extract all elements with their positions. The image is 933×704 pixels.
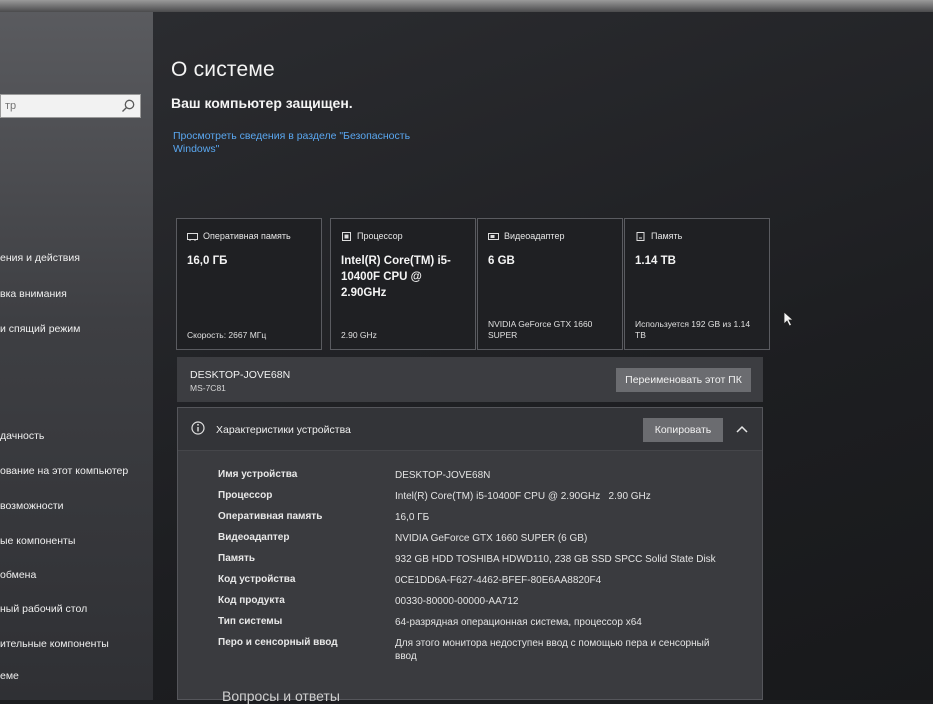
pc-model: MS-7C81	[190, 383, 226, 393]
security-link[interactable]: Просмотреть сведения в разделе "Безопасн…	[173, 130, 413, 156]
copy-button[interactable]: Копировать	[643, 418, 723, 442]
chevron-up-icon[interactable]	[734, 422, 750, 436]
video-adapter-card: Видеоадаптер 6 GB NVIDIA GeForce GTX 166…	[477, 218, 623, 350]
spec-value: 932 GB HDD TOSHIBA HDWD110, 238 GB SSD S…	[395, 554, 716, 565]
screen-top-edge	[0, 0, 933, 12]
rename-pc-button[interactable]: Переименовать этот ПК	[616, 368, 751, 392]
sidebar-item-projecting[interactable]: ование на этот компьютер	[0, 465, 128, 477]
settings-sidebar: ения и действия вка внимания и спящий ре…	[0, 12, 153, 700]
spec-label: Процессор	[218, 490, 273, 501]
card-header: Оперативная память	[187, 231, 291, 241]
card-title: Оперативная память	[203, 231, 291, 241]
search-box[interactable]	[0, 94, 141, 118]
spec-value: 64-разрядная операционная система, проце…	[395, 617, 642, 628]
sidebar-item-shared-experiences[interactable]: возможности	[0, 500, 64, 512]
card-value: 1.14 TB	[635, 255, 676, 267]
card-title: Процессор	[357, 231, 403, 241]
sidebar-item-clipboard[interactable]: обмена	[0, 569, 36, 581]
spec-label: Имя устройства	[218, 469, 298, 480]
sidebar-item-notifications[interactable]: ения и действия	[0, 252, 80, 264]
info-icon	[191, 421, 205, 435]
spec-label: Код устройства	[218, 574, 296, 585]
spec-label: Память	[218, 553, 256, 564]
pc-name: DESKTOP-JOVE68N	[190, 369, 291, 381]
card-header: Видеоадаптер	[488, 231, 564, 241]
processor-icon	[342, 231, 351, 241]
spec-value: 0CE1DD6A-F627-4462-BFEF-80E6AA8820F4	[395, 575, 602, 586]
storage-card: Память 1.14 TB Используется 192 GB из 1.…	[624, 218, 770, 350]
card-value: 16,0 ГБ	[187, 255, 228, 267]
spec-value: NVIDIA GeForce GTX 1660 SUPER (6 GB)	[395, 533, 588, 544]
spec-value: Intel(R) Core(TM) i5-10400F CPU @ 2.90GH…	[395, 491, 651, 502]
spec-label: Код продукта	[218, 595, 285, 606]
card-value: 6 GB	[488, 255, 515, 267]
search-input[interactable]	[1, 95, 119, 117]
device-name-bar: DESKTOP-JOVE68N MS-7C81 Переименовать эт…	[177, 357, 763, 402]
card-value: Intel(R) Core(TM) i5-10400F CPU @ 2.90GH…	[341, 255, 451, 299]
sidebar-item-multitasking[interactable]: дачность	[0, 430, 44, 442]
sidebar-item-remote-desktop[interactable]: ный рабочий стол	[0, 603, 87, 615]
sidebar-item-optional-features[interactable]: ительные компоненты	[0, 638, 109, 650]
spec-value: 16,0 ГБ	[395, 512, 430, 523]
specs-title: Характеристики устройства	[216, 424, 351, 436]
card-footer: 2.90 GHz	[341, 330, 377, 340]
spec-label: Тип системы	[218, 616, 283, 627]
sidebar-item-focus-assist[interactable]: вка внимания	[0, 288, 67, 300]
qa-section-title: Вопросы и ответы	[222, 688, 340, 704]
sidebar-item-about[interactable]: еме	[0, 670, 19, 682]
spec-label: Оперативная память	[218, 511, 323, 522]
spec-value: 00330-80000-00000-AA712	[395, 596, 519, 607]
card-header: Процессор	[341, 231, 403, 241]
page-title: О системе	[171, 58, 275, 81]
card-title: Видеоадаптер	[504, 231, 565, 241]
specs-header[interactable]: Характеристики устройства Копировать	[178, 408, 762, 451]
processor-card: Процессор Intel(R) Core(TM) i5-10400F CP…	[330, 218, 476, 350]
card-title: Память	[651, 231, 683, 241]
video-adapter-icon	[488, 232, 499, 240]
spec-label: Перо и сенсорный ввод	[218, 637, 338, 648]
card-footer: NVIDIA GeForce GTX 1660 SUPER	[488, 319, 593, 340]
sidebar-item-system-components[interactable]: ые компоненты	[0, 535, 75, 547]
spec-value: Для этого монитора недоступен ввод с пом…	[395, 638, 710, 662]
search-icon[interactable]	[120, 98, 136, 114]
card-footer: Используется 192 GB из 1.14 TB	[635, 319, 751, 340]
device-specifications: Характеристики устройства Копировать Имя…	[177, 407, 763, 700]
spec-label: Видеоадаптер	[218, 532, 290, 543]
memory-icon	[187, 232, 198, 241]
memory-card: Оперативная память 16,0 ГБ Скорость: 266…	[176, 218, 322, 350]
spec-value: DESKTOP-JOVE68N	[395, 470, 491, 481]
card-footer: Скорость: 2667 МГц	[187, 330, 267, 340]
sidebar-item-power-sleep[interactable]: и спящий режим	[0, 323, 80, 335]
protection-status: Ваш компьютер защищен.	[171, 95, 353, 111]
card-header: Память	[635, 231, 682, 241]
mouse-cursor-icon	[783, 311, 795, 327]
storage-icon	[636, 231, 645, 241]
